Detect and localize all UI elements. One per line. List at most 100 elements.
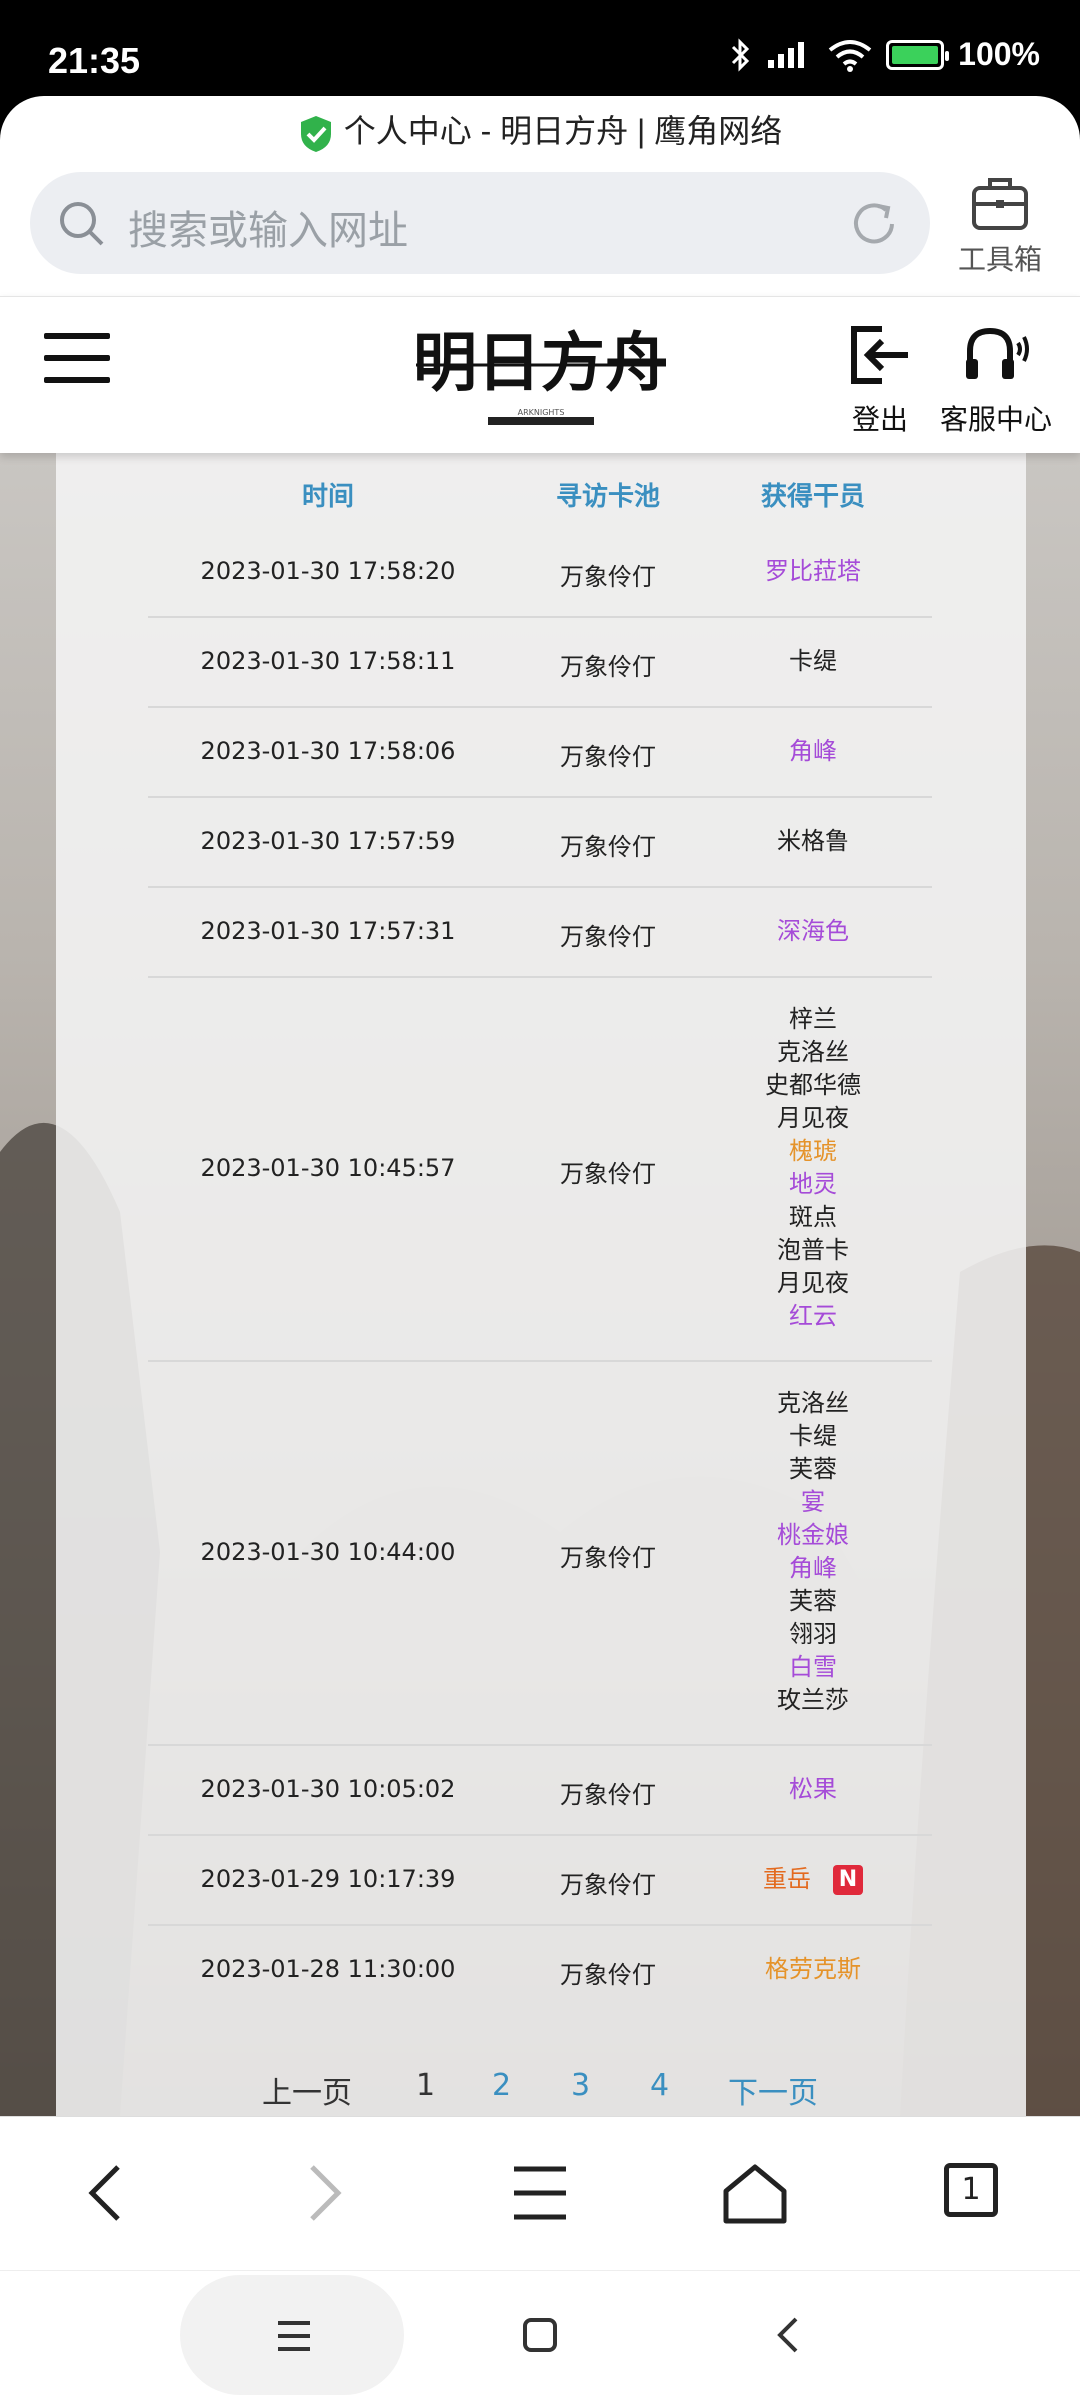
toolbox-icon <box>972 178 1028 230</box>
operator-entry: 白雪 <box>728 1651 898 1684</box>
cell-time: 2023-01-30 17:58:06 <box>200 737 456 765</box>
operator-name: 白雪 <box>789 1653 837 1681</box>
operator-entry: 翎羽 <box>728 1618 898 1651</box>
cell-pool: 万象伶仃 <box>560 1871 656 1899</box>
operator-name: 角峰 <box>789 736 837 765</box>
bluetooth-icon <box>732 37 750 72</box>
cell-operators: 重岳 N <box>728 1863 898 1896</box>
browser-chrome: 个人中心 - 明日方舟 | 鹰角网络 搜索或输入网址 工具箱 <box>0 96 1080 296</box>
operator-entry: 米格鲁 <box>728 825 898 858</box>
operator-name: 克洛丝 <box>777 1038 849 1066</box>
home-icon[interactable] <box>722 2163 788 2225</box>
operator-name: 米格鲁 <box>777 826 849 855</box>
toolbox-button[interactable]: 工具箱 <box>950 174 1050 278</box>
forward-icon[interactable] <box>304 2163 344 2223</box>
new-badge: N <box>833 1864 863 1895</box>
cell-pool: 万象伶仃 <box>560 1781 656 1809</box>
operator-entry: 卡缇 <box>728 1420 898 1453</box>
operator-entry: 芙蓉 <box>728 1453 898 1486</box>
headset-icon <box>966 327 1029 379</box>
operator-entry: 重岳 N <box>728 1863 898 1896</box>
system-back-icon[interactable] <box>776 2315 800 2355</box>
page-2[interactable]: 2 <box>492 2068 511 2103</box>
table-row: 2023-01-30 17:58:11 万象伶仃 卡缇 <box>148 616 932 708</box>
cell-operators: 松果 <box>728 1773 898 1806</box>
address-bar[interactable]: 搜索或输入网址 <box>30 172 930 274</box>
page-1[interactable]: 1 <box>416 2068 435 2103</box>
operator-entry: 槐琥 <box>728 1135 898 1168</box>
cell-operators: 深海色 <box>728 915 898 948</box>
table-row: 2023-01-30 17:57:31 万象伶仃 深海色 <box>148 886 932 978</box>
operator-entry: 宴 <box>728 1486 898 1519</box>
system-home-icon[interactable] <box>522 2317 558 2353</box>
page-3[interactable]: 3 <box>571 2068 590 2103</box>
svg-text:ARKNIGHTS: ARKNIGHTS <box>518 408 565 417</box>
signal-icon <box>768 41 805 68</box>
operator-name: 月见夜 <box>777 1104 849 1132</box>
address-placeholder: 搜索或输入网址 <box>128 208 408 254</box>
operator-entry: 地灵 <box>728 1168 898 1201</box>
operator-name: 卡缇 <box>789 646 837 675</box>
arknights-logo: 明日方舟 ARKNIGHTS <box>416 326 666 425</box>
operator-name: 角峰 <box>789 1554 837 1582</box>
prev-page[interactable]: 上一页 <box>262 2068 352 2112</box>
operator-name: 红云 <box>789 1302 837 1330</box>
cell-pool: 万象伶仃 <box>560 1160 656 1188</box>
operator-name: 月见夜 <box>777 1269 849 1297</box>
operator-entry: 格劳克斯 <box>728 1953 898 1986</box>
support-button[interactable]: 客服中心 <box>940 323 1052 438</box>
operator-entry: 松果 <box>728 1773 898 1806</box>
cell-time: 2023-01-30 10:44:00 <box>200 1538 456 1566</box>
cell-operators: 角峰 <box>728 735 898 768</box>
header-time: 时间 <box>301 482 354 512</box>
table-row: 2023-01-30 10:05:02 万象伶仃 松果 <box>148 1744 932 1836</box>
pagination: 上一页 1 2 3 4 下一页 <box>56 2068 1026 2116</box>
operator-entry: 史都华德 <box>728 1069 898 1102</box>
search-icon <box>60 202 104 246</box>
cell-operators: 克洛丝 卡缇 芙蓉宴桃金娘 角峰 芙蓉 翎羽 白雪 玫兰莎 <box>728 1387 898 1717</box>
secure-shield-icon <box>300 115 331 152</box>
menu-list-icon[interactable] <box>512 2163 568 2223</box>
cell-time: 2023-01-29 10:17:39 <box>200 1865 456 1893</box>
operator-name: 宴 <box>801 1488 825 1516</box>
cell-pool: 万象伶仃 <box>560 653 656 681</box>
status-icons: 100% <box>730 36 1040 73</box>
menu-icon[interactable] <box>44 333 110 399</box>
next-page[interactable]: 下一页 <box>728 2068 818 2112</box>
tab-count: 1 <box>961 2172 981 2207</box>
records-panel: 时间 寻访卡池 获得干员 2023-01-30 17:58:20 万象伶仃 罗比菈塔… <box>56 452 1026 2116</box>
content-area: 时间 寻访卡池 获得干员 2023-01-30 17:58:20 万象伶仃 罗比菈塔… <box>0 452 1080 2116</box>
operator-name: 克洛丝 <box>777 1389 849 1417</box>
cell-time: 2023-01-30 10:45:57 <box>200 1154 456 1182</box>
cell-time: 2023-01-30 17:58:20 <box>200 557 456 585</box>
operator-entry: 卡缇 <box>728 645 898 678</box>
operator-name: 芙蓉 <box>789 1455 837 1483</box>
back-icon[interactable] <box>86 2163 126 2223</box>
page-4[interactable]: 4 <box>650 2068 669 2103</box>
operator-entry: 深海色 <box>728 915 898 948</box>
operator-name: 芙蓉 <box>789 1587 837 1615</box>
operator-name: 梓兰 <box>789 1005 837 1033</box>
operator-name: 翎羽 <box>789 1620 837 1648</box>
status-bar: 21:35 100% <box>0 0 1080 96</box>
recents-icon[interactable] <box>274 2319 314 2353</box>
system-nav-bar <box>0 2270 1080 2401</box>
logout-button[interactable]: 登出 <box>848 323 912 438</box>
clock: 21:35 <box>48 40 141 81</box>
operator-entry: 克洛丝 <box>728 1036 898 1069</box>
cell-pool: 万象伶仃 <box>560 1544 656 1572</box>
cell-time: 2023-01-30 17:57:31 <box>200 917 456 945</box>
support-label: 客服中心 <box>940 403 1053 436</box>
operator-name: 深海色 <box>777 916 849 945</box>
operator-entry: 芙蓉 <box>728 1585 898 1618</box>
operator-name: 松果 <box>789 1774 837 1803</box>
logout-icon <box>851 326 908 384</box>
operator-entry: 斑点 <box>728 1201 898 1234</box>
cell-time: 2023-01-30 17:58:11 <box>200 647 456 675</box>
operator-name: 玫兰莎 <box>777 1686 849 1714</box>
reload-icon[interactable] <box>848 198 900 250</box>
table-row: 2023-01-29 10:17:39 万象伶仃 重岳 N <box>148 1834 932 1926</box>
tabs-button[interactable]: 1 <box>944 2163 998 2217</box>
operator-entry: 玫兰莎 <box>728 1684 898 1717</box>
table-row: 2023-01-30 17:58:20 万象伶仃 罗比菈塔 <box>148 526 932 618</box>
